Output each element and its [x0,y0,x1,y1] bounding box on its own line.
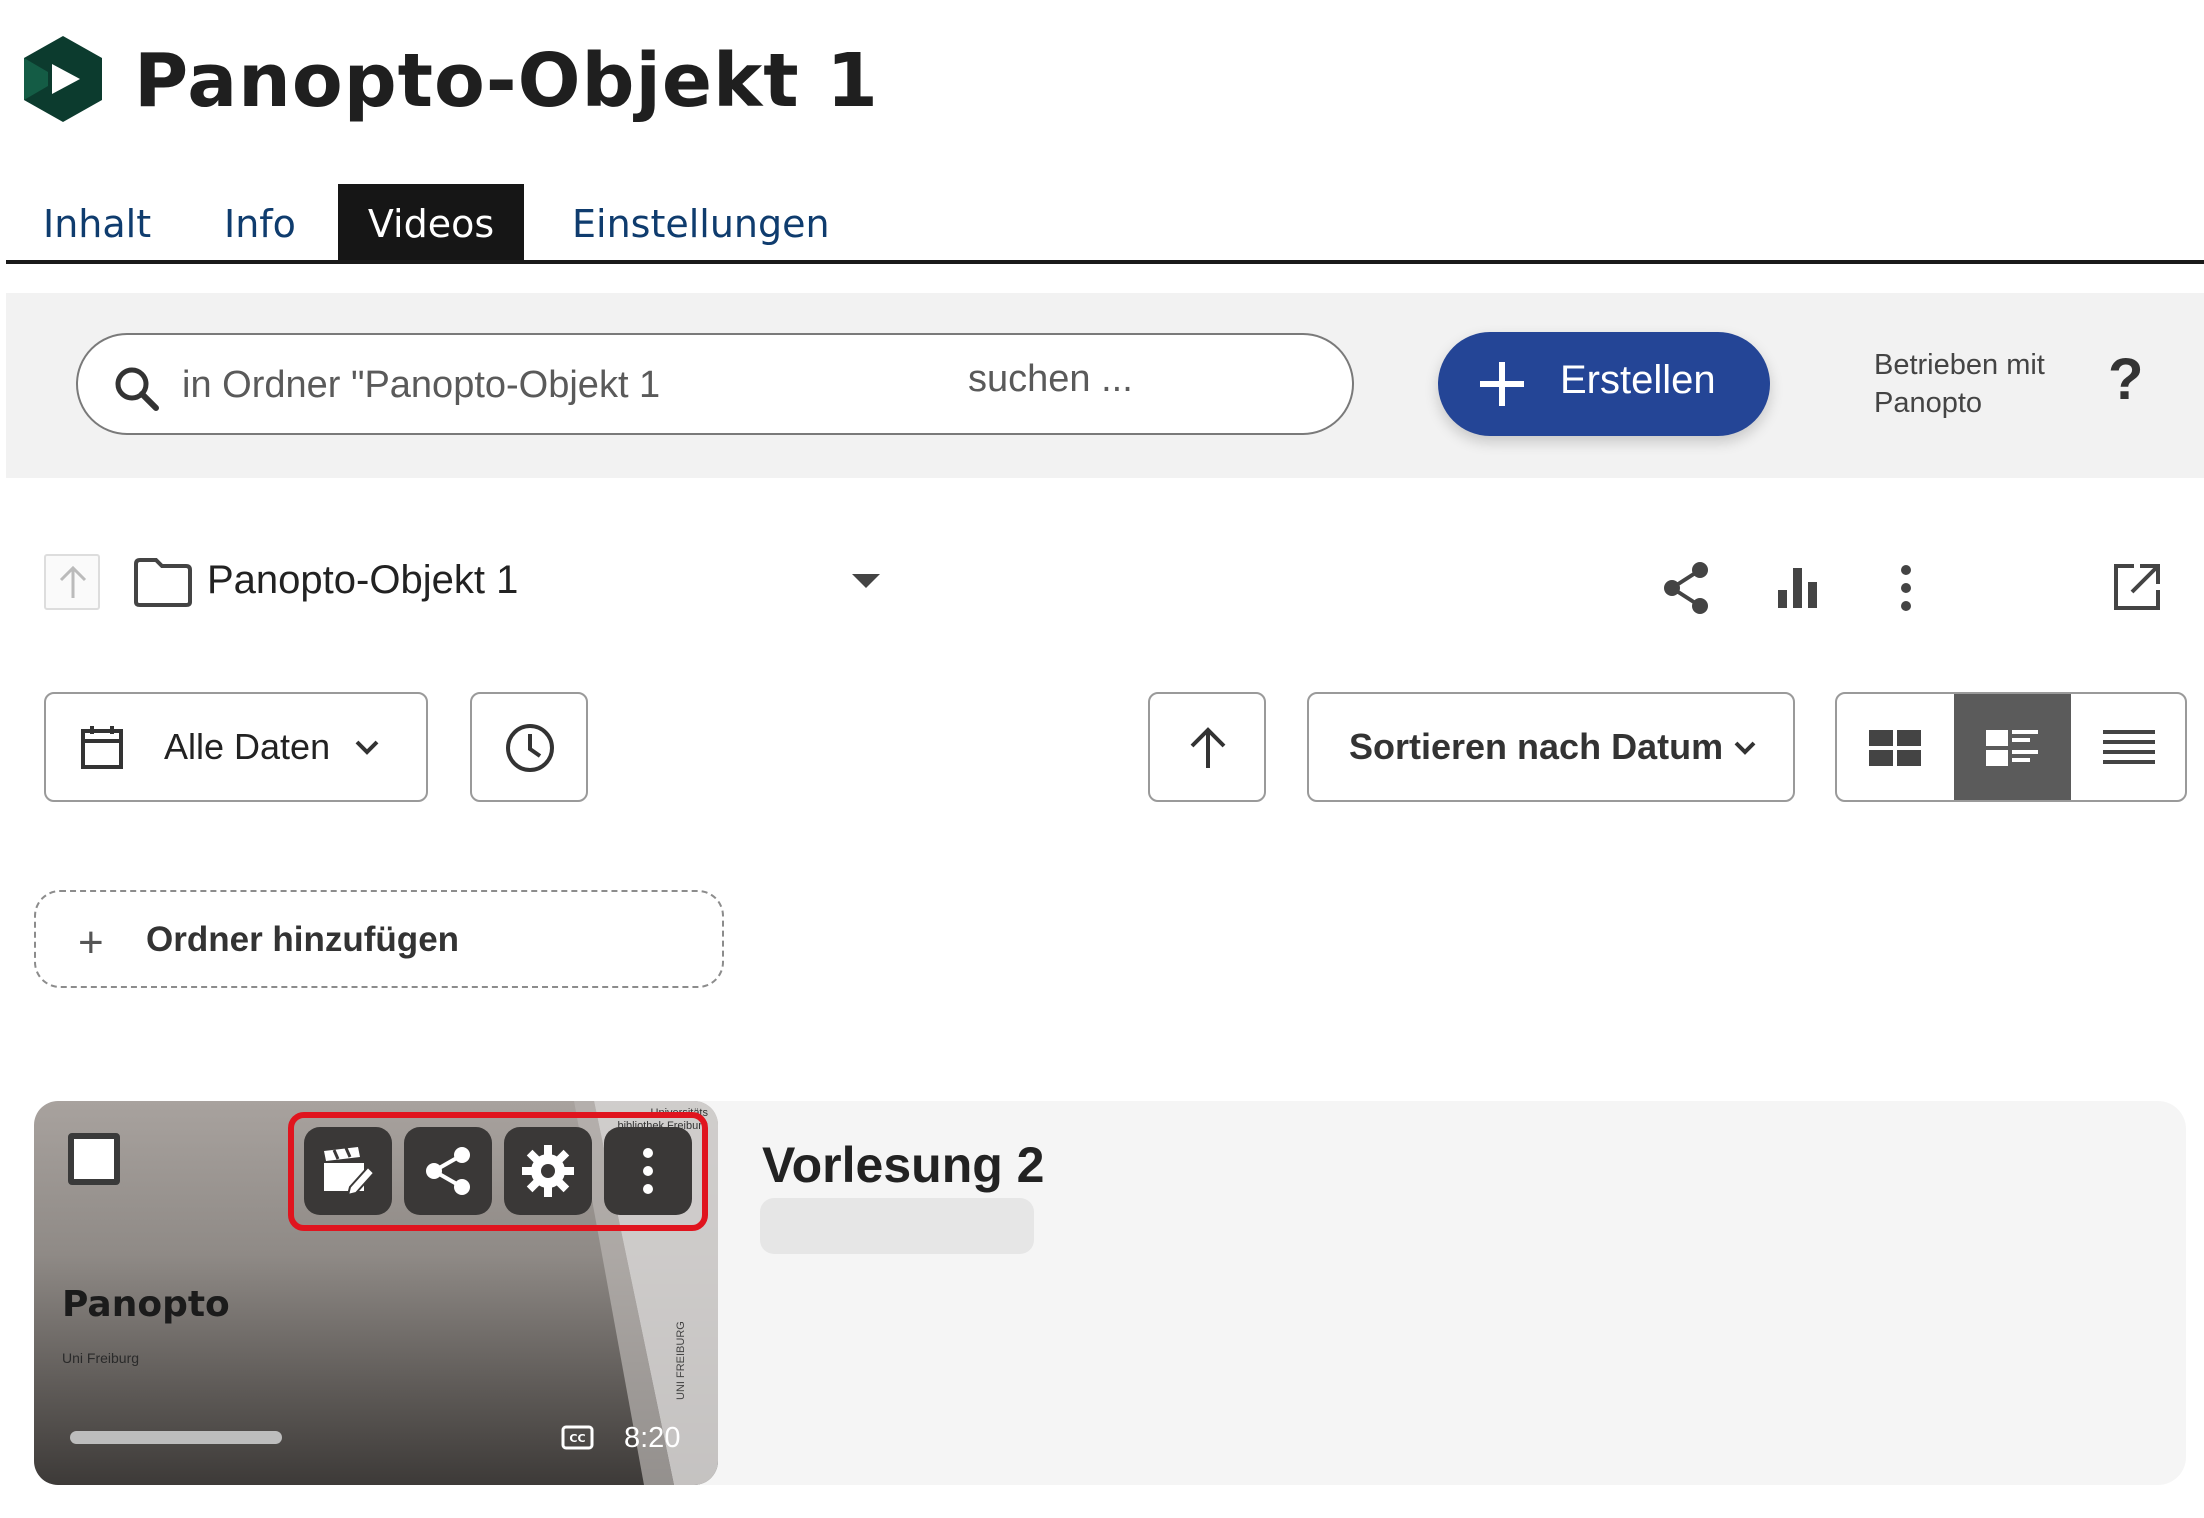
powered-by-line2: Panopto [1874,387,1983,419]
detail-view-button[interactable] [1954,694,2071,800]
video-settings-button[interactable] [504,1127,592,1215]
thumbnail-subtitle: Uni Freiburg [62,1350,140,1366]
powered-by-text: Betrieben mit Panopto [1874,346,2104,422]
chevron-down-icon [355,740,379,755]
sort-dropdown-label: Sortieren nach Datum [1349,726,1724,767]
more-vertical-icon [643,1148,653,1194]
tab-info[interactable]: Info [224,184,296,260]
clock-icon [506,724,554,772]
view-mode-switcher [1835,692,2187,802]
tab-videos[interactable]: Videos [338,184,524,260]
video-more-button[interactable] [604,1127,692,1215]
calendar-icon [81,726,123,769]
help-icon[interactable]: ? [2108,346,2143,413]
share-icon [426,1147,470,1195]
more-vertical-icon[interactable] [1898,564,1914,612]
create-button[interactable]: Erstellen [1438,332,1770,436]
closed-captions-icon: CC [561,1425,594,1450]
plus-icon: + [78,918,104,967]
video-duration: 8:20 [624,1422,681,1454]
plus-icon [1480,362,1524,406]
svg-text:CC: CC [569,1432,585,1445]
dropdown-caret-icon[interactable] [852,574,880,588]
chevron-down-icon [1734,741,1756,755]
list-view-icon [2103,730,2155,764]
folder-name[interactable]: Panopto-Objekt 1 [207,558,518,603]
tab-inhalt[interactable]: Inhalt [43,184,151,260]
video-title[interactable]: Vorlesung 2 [762,1136,1044,1194]
share-video-button[interactable] [404,1127,492,1215]
settings-icon [522,1145,574,1197]
tab-einstellungen[interactable]: Einstellungen [572,184,830,260]
list-view-button[interactable] [2071,694,2185,800]
create-button-label: Erstellen [1560,358,1716,402]
date-filter-button[interactable]: Alle Daten [44,692,428,802]
arrow-up-icon [59,565,87,598]
folder-icon [134,558,192,607]
thumbnail-title: Panopto [62,1284,230,1325]
arrow-up-icon [1190,727,1226,768]
tab-bar: Inhalt Info Videos Einstellungen [6,184,2204,264]
stats-icon[interactable] [1776,564,1820,610]
date-filter-label: Alle Daten [164,726,331,767]
watch-progress-bar [70,1431,282,1444]
video-meta-placeholder [760,1198,1034,1254]
search-placeholder-suffix: suchen ... [968,358,1133,400]
share-icon[interactable] [1660,560,1712,616]
video-select-checkbox[interactable] [68,1133,120,1185]
edit-video-button[interactable] [304,1127,392,1215]
thumbnail-brand-side: UNI FREIBURG [675,1321,687,1400]
powered-by-line1: Betrieben mit [1874,349,2045,381]
detail-view-icon [1986,730,2038,766]
sort-dropdown[interactable]: Sortieren nach Datum [1307,692,1795,802]
sort-direction-button[interactable] [1148,692,1266,802]
grid-view-button[interactable] [1837,694,1954,800]
grid-view-icon [1869,730,1921,766]
add-folder-label: Ordner hinzufügen [146,920,460,959]
edit-video-icon [324,1147,376,1197]
recent-button[interactable] [470,692,588,802]
parent-folder-button[interactable] [44,554,100,610]
search-icon [115,367,159,411]
add-folder-button[interactable]: + Ordner hinzufügen [34,890,724,988]
panopto-logo-icon [24,36,102,122]
page-title: Panopto-Objekt 1 [134,38,879,124]
open-external-icon[interactable] [2112,562,2162,612]
